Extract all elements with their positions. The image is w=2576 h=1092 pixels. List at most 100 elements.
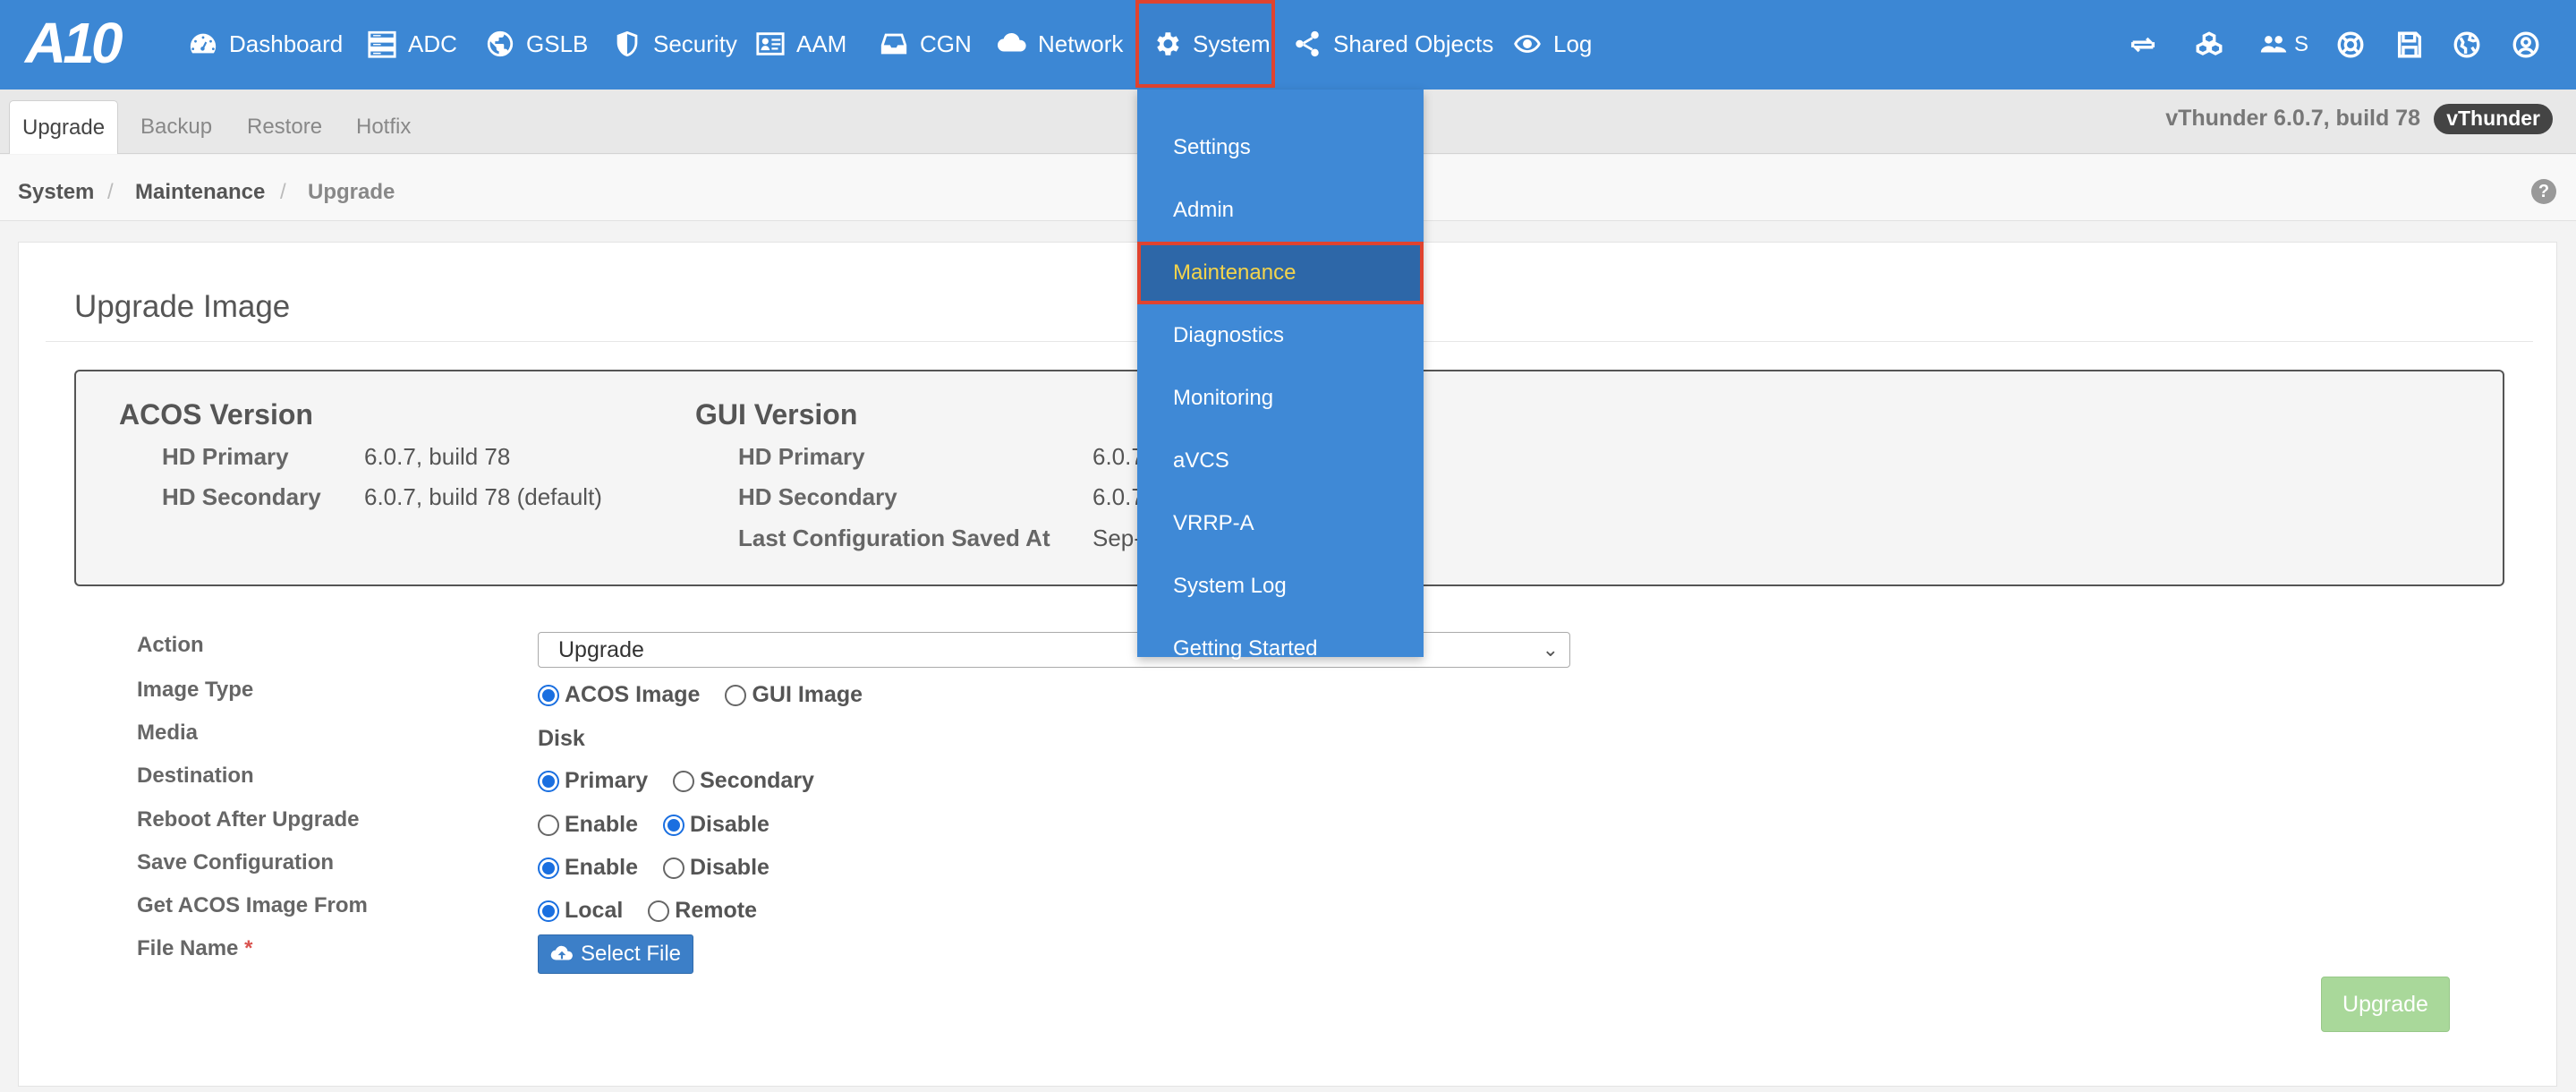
cluster-icon[interactable] xyxy=(2194,27,2224,63)
gui-hd-primary-label: HD Primary xyxy=(738,443,865,470)
reboot-label: Reboot After Upgrade xyxy=(137,807,360,832)
radio-button[interactable] xyxy=(648,900,670,922)
cloud-upload-icon xyxy=(550,945,573,960)
image-type-gui-option[interactable]: GUI Image xyxy=(725,682,863,708)
nav-gslb[interactable]: GSLB xyxy=(485,0,588,88)
image-type-gui-label: GUI Image xyxy=(752,682,863,707)
file-name-label-text: File Name xyxy=(137,936,239,960)
eye-icon xyxy=(1514,35,1541,53)
nav-network-label: Network xyxy=(1038,30,1124,57)
server-icon xyxy=(368,30,396,58)
breadcrumb-upgrade: Upgrade xyxy=(308,180,395,204)
destination-secondary-label: Secondary xyxy=(700,768,814,793)
menu-item-settings[interactable]: Settings xyxy=(1137,116,1424,179)
chevron-down-icon: ⌄ xyxy=(1542,638,1559,661)
tab-hotfix[interactable]: Hotfix xyxy=(344,100,423,154)
radio-button-selected[interactable] xyxy=(538,770,559,792)
nav-log-label: Log xyxy=(1553,30,1593,57)
users-label: S xyxy=(2294,32,2309,56)
radio-button-selected[interactable] xyxy=(538,857,559,879)
nav-cgn[interactable]: CGN xyxy=(879,0,972,88)
nav-aam[interactable]: AAM xyxy=(755,0,846,88)
radio-button[interactable] xyxy=(538,814,559,836)
help-icon[interactable]: ? xyxy=(2531,179,2556,204)
nav-dashboard[interactable]: Dashboard xyxy=(188,0,343,88)
share-icon xyxy=(1296,30,1319,57)
nav-shared-objects[interactable]: Shared Objects xyxy=(1292,0,1493,88)
radio-button-selected[interactable] xyxy=(662,814,684,836)
destination-primary-option[interactable]: Primary xyxy=(538,768,648,794)
select-file-button[interactable]: Select File xyxy=(538,934,693,974)
tab-backup[interactable]: Backup xyxy=(128,100,225,154)
save-config-disable-option[interactable]: Disable xyxy=(662,855,769,881)
breadcrumb-maintenance[interactable]: Maintenance xyxy=(135,180,265,205)
globe-icon xyxy=(487,30,514,57)
reboot-enable-label: Enable xyxy=(565,812,638,837)
acos-version-heading: ACOS Version xyxy=(119,398,313,431)
save-config-enable-option[interactable]: Enable xyxy=(538,855,638,881)
reboot-enable-option[interactable]: Enable xyxy=(538,812,638,838)
radio-button[interactable] xyxy=(725,684,747,706)
nav-security[interactable]: Security xyxy=(612,0,737,88)
breadcrumb-separator: / xyxy=(280,180,286,204)
image-from-remote-option[interactable]: Remote xyxy=(648,898,757,924)
support-icon[interactable] xyxy=(2335,27,2366,63)
nav-log[interactable]: Log xyxy=(1512,0,1592,88)
breadcrumb-separator: / xyxy=(107,180,114,204)
dashboard-icon xyxy=(190,33,217,54)
language-globe-icon[interactable] xyxy=(2452,27,2482,63)
menu-item-admin[interactable]: Admin xyxy=(1137,179,1424,242)
image-from-local-option[interactable]: Local xyxy=(538,898,623,924)
destination-secondary-option[interactable]: Secondary xyxy=(673,768,814,794)
tab-upgrade[interactable]: Upgrade xyxy=(9,100,119,154)
acos-hd-primary-value: 6.0.7, build 78 xyxy=(364,443,511,470)
nav-system-label: System xyxy=(1193,30,1271,57)
users-menu[interactable]: S xyxy=(2258,27,2308,63)
sync-icon[interactable] xyxy=(2128,27,2158,63)
image-type-acos-label: ACOS Image xyxy=(565,682,701,707)
menu-item-avcs[interactable]: aVCS xyxy=(1137,430,1424,492)
nav-security-label: Security xyxy=(653,30,737,57)
nav-network[interactable]: Network xyxy=(997,0,1123,88)
nav-aam-label: AAM xyxy=(796,30,847,57)
gear-icon xyxy=(1157,32,1179,55)
image-type-label: Image Type xyxy=(137,678,254,702)
reboot-disable-label: Disable xyxy=(689,812,769,837)
user-account-icon[interactable] xyxy=(2511,27,2541,63)
nav-gslb-label: GSLB xyxy=(526,30,589,57)
save-config-radio-group: Enable Disable xyxy=(538,855,795,881)
image-type-acos-option[interactable]: ACOS Image xyxy=(538,682,700,708)
destination-primary-label: Primary xyxy=(565,768,649,793)
a10-logo[interactable]: A10 xyxy=(25,14,123,72)
platform-badge: vThunder xyxy=(2434,104,2553,134)
image-from-remote-label: Remote xyxy=(675,898,757,923)
menu-item-maintenance[interactable]: Maintenance xyxy=(1137,242,1424,304)
nav-system[interactable]: System xyxy=(1135,0,1275,88)
cloud-icon xyxy=(997,32,1026,52)
tab-restore[interactable]: Restore xyxy=(234,100,335,154)
menu-item-system-log[interactable]: System Log xyxy=(1137,555,1424,618)
reboot-disable-option[interactable]: Disable xyxy=(662,812,769,838)
radio-button-selected[interactable] xyxy=(538,900,559,922)
destination-radio-group: Primary Secondary xyxy=(538,768,839,794)
radio-button[interactable] xyxy=(673,770,695,792)
image-from-local-label: Local xyxy=(565,898,624,923)
image-from-label: Get ACOS Image From xyxy=(137,893,368,917)
action-select-value: Upgrade xyxy=(558,637,644,662)
nav-adc[interactable]: ADC xyxy=(367,0,457,88)
menu-item-vrrp-a[interactable]: VRRP-A xyxy=(1137,492,1424,555)
menu-item-diagnostics[interactable]: Diagnostics xyxy=(1137,304,1424,367)
menu-item-monitoring[interactable]: Monitoring xyxy=(1137,367,1424,430)
system-dropdown-menu: Settings Admin Maintenance Diagnostics Monit… xyxy=(1137,90,1424,661)
upgrade-button[interactable]: Upgrade xyxy=(2321,977,2450,1032)
gui-version-heading: GUI Version xyxy=(695,398,858,431)
radio-button-selected[interactable] xyxy=(538,684,559,706)
menu-item-getting-started[interactable]: Getting Started xyxy=(1137,618,1424,680)
breadcrumb-system[interactable]: System xyxy=(18,180,94,205)
nav-dashboard-label: Dashboard xyxy=(229,30,344,57)
media-value: Disk xyxy=(538,726,585,751)
save-icon[interactable] xyxy=(2394,27,2425,63)
reboot-radio-group: Enable Disable xyxy=(538,812,795,838)
radio-button[interactable] xyxy=(662,857,684,879)
nav-shared-objects-label: Shared Objects xyxy=(1333,30,1494,57)
